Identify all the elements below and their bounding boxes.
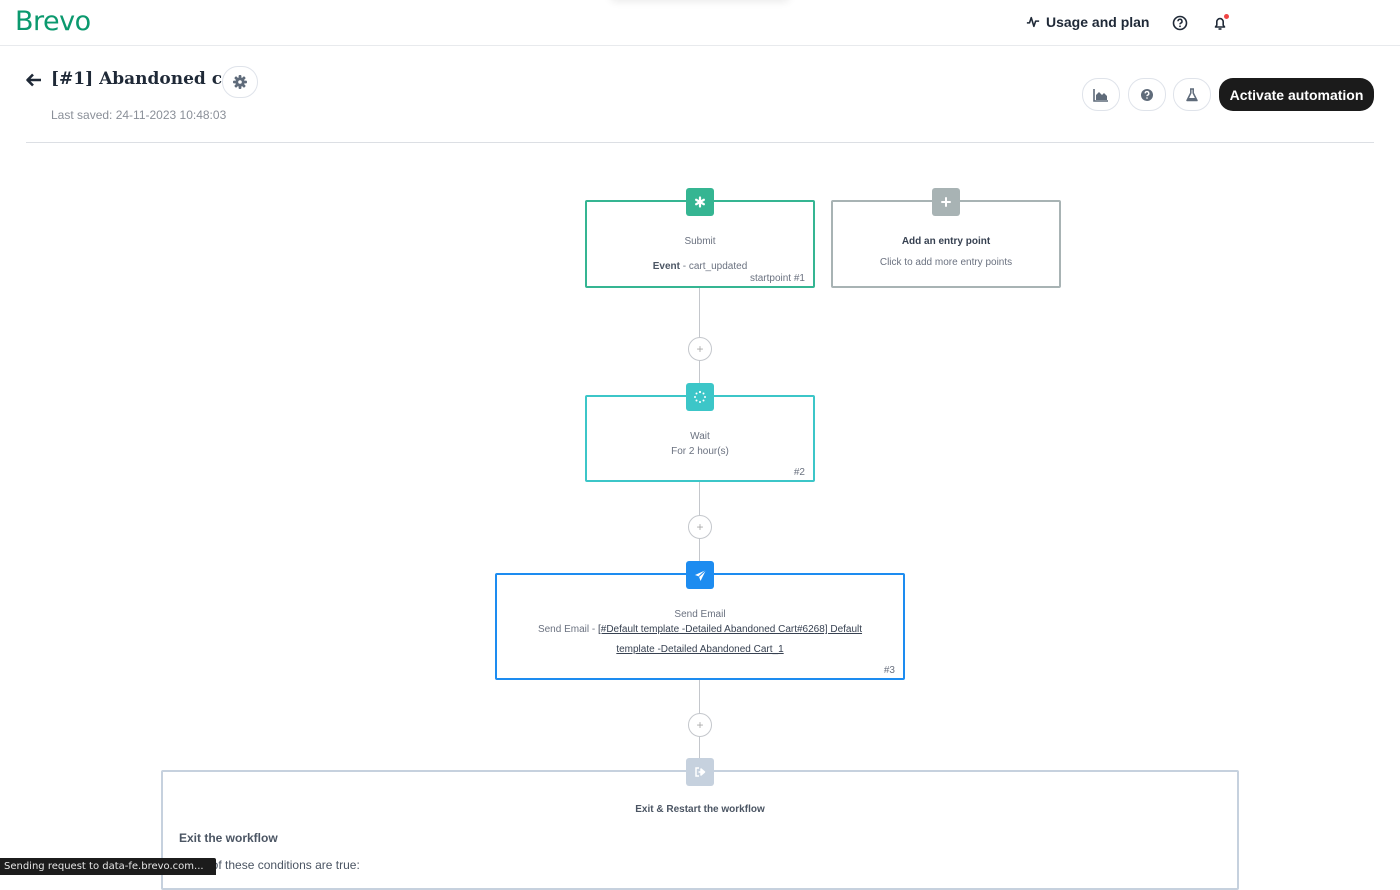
node-description: For 2 hour(s) (671, 446, 729, 457)
test-automation-button[interactable] (1173, 78, 1211, 111)
page-title: [#1] Abandoned cart (51, 69, 250, 89)
workflow-node-exit[interactable]: Exit & Restart the workflow Exit the wor… (161, 758, 1239, 890)
browser-status-bar: Sending request to data-fe.brevo.com... (0, 858, 216, 875)
help-button[interactable] (1128, 78, 1166, 111)
add-step-button[interactable]: + (688, 713, 712, 737)
event-name: - cart_updated (679, 261, 748, 272)
event-label: Event (652, 261, 680, 272)
node-id: startpoint #1 (749, 273, 805, 284)
exit-node-title: Exit & Restart the workflow (635, 804, 765, 815)
paper-plane-icon (686, 561, 714, 589)
notifications-button[interactable] (1211, 14, 1229, 32)
workflow-node-start[interactable]: Submit Event - cart_updated startpoint #… (585, 188, 815, 288)
node-title: Submit (684, 236, 716, 247)
back-arrow-icon[interactable] (25, 71, 43, 89)
flask-icon (1186, 87, 1198, 101)
notification-dot (1224, 14, 1229, 19)
node-id: #2 (793, 467, 805, 478)
spinner-icon (686, 383, 714, 411)
node-title: Wait (690, 431, 710, 442)
plus-icon: + (696, 520, 704, 534)
automation-settings-button[interactable] (222, 66, 258, 98)
exit-section-title: Exit the workflow (179, 831, 278, 845)
plus-icon: + (696, 342, 704, 356)
statistics-button[interactable] (1082, 78, 1120, 111)
last-saved-timestamp: Last saved: 24-11-2023 10:48:03 (51, 108, 227, 122)
activity-icon (1026, 16, 1040, 28)
stats-icon (1093, 88, 1108, 102)
plus-icon (932, 188, 960, 216)
workflow-node-send-email[interactable]: Send Email Send Email - [#Default templa… (495, 561, 905, 680)
node-title: Send Email (674, 609, 726, 620)
add-entry-point-node[interactable]: Add an entry point Click to add more ent… (831, 188, 1061, 288)
email-desc-prefix: Send Email - (537, 624, 598, 635)
activate-automation-button[interactable]: Activate automation (1219, 78, 1374, 111)
plus-icon: + (696, 718, 704, 732)
gear-icon (233, 75, 247, 89)
add-step-button[interactable]: + (688, 337, 712, 361)
asterisk-icon (686, 188, 714, 216)
add-step-button[interactable]: + (688, 515, 712, 539)
top-navigation-bar: Brevo Usage and plan (0, 0, 1400, 46)
node-id: #3 (883, 665, 895, 676)
email-template-link[interactable]: [#Default template -Detailed Abandoned C… (598, 624, 862, 655)
brevo-logo[interactable]: Brevo (15, 6, 91, 37)
workflow-node-wait[interactable]: Wait For 2 hour(s) #2 (585, 383, 815, 482)
node-title: Add an entry point (901, 236, 991, 247)
exit-icon (686, 758, 714, 786)
header-divider (26, 142, 1374, 143)
exit-condition-text: If any of these conditions are true: (179, 858, 360, 872)
help-icon[interactable] (1171, 14, 1189, 32)
node-description: Send Email - [#Default template -Detaile… (497, 620, 903, 660)
usage-and-plan-label: Usage and plan (1046, 14, 1150, 30)
help-icon (1141, 88, 1153, 101)
node-description: Click to add more entry points (879, 257, 1013, 268)
usage-and-plan-link[interactable]: Usage and plan (1026, 14, 1149, 30)
